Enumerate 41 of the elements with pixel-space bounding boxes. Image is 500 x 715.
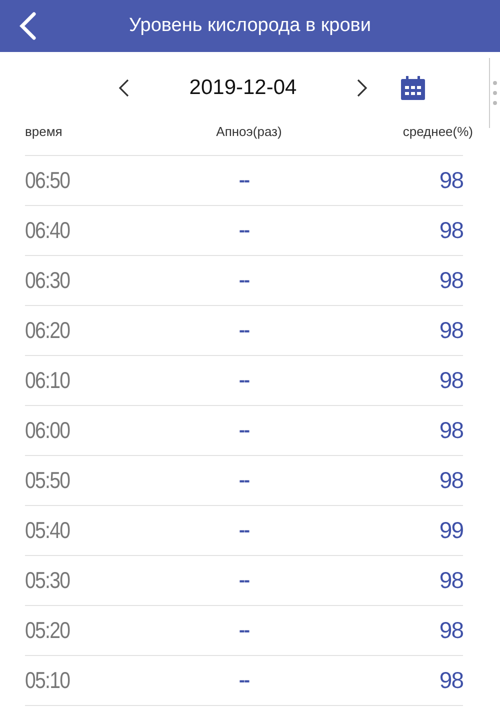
date-label: 2019-12-04 (188, 76, 298, 100)
average-cell-text: 98 (438, 617, 463, 644)
time-cell-text: 06:10 (25, 367, 71, 394)
column-header: время (25, 124, 64, 139)
apnea-cell: -- (239, 220, 249, 241)
time-cell-text: 05:30 (25, 567, 71, 594)
apnea-cell: -- (239, 620, 249, 641)
apnea-cell: -- (239, 370, 249, 391)
time-cell-text: 05:50 (25, 467, 71, 494)
time-cell-text: 05:40 (25, 517, 71, 544)
apnea-cell: -- (239, 170, 249, 191)
average-cell-text: 98 (438, 667, 463, 694)
average-cell-text: 98 (438, 317, 463, 344)
time-cell-text: 06:40 (25, 217, 71, 244)
time-cell-text: 06:20 (25, 317, 71, 344)
average-cell-text: 98 (438, 217, 463, 244)
time-cell-text: 06:00 (25, 417, 71, 444)
apnea-cell: -- (239, 270, 249, 291)
average-cell-text: 98 (438, 167, 463, 194)
apnea-cell: -- (239, 470, 249, 491)
average-cell-text: 98 (438, 567, 463, 594)
apnea-cell: -- (239, 320, 249, 341)
average-cell-text: 98 (438, 467, 463, 494)
column-header: среднее(%) (402, 124, 473, 139)
next-day-icon[interactable] (356, 79, 368, 97)
column-header: Апноэ(раз) (216, 124, 282, 139)
time-cell-text: 05:10 (25, 667, 71, 694)
screen-title: Уровень кислорода в крови (129, 15, 371, 37)
average-cell-text: 98 (438, 417, 463, 444)
apnea-cell: -- (239, 670, 249, 691)
average-cell-text: 98 (438, 267, 463, 294)
apnea-cell: -- (239, 420, 249, 441)
average-cell-text: 99 (438, 517, 463, 544)
apnea-cell: -- (239, 520, 249, 541)
apnea-cell: -- (239, 570, 249, 591)
previous-day-icon[interactable] (118, 79, 130, 97)
time-cell-text: 06:50 (25, 167, 71, 194)
time-cell-text: 05:20 (25, 617, 71, 644)
average-cell-text: 98 (438, 367, 463, 394)
calendar-icon[interactable] (400, 75, 426, 101)
time-cell-text: 06:30 (25, 267, 71, 294)
